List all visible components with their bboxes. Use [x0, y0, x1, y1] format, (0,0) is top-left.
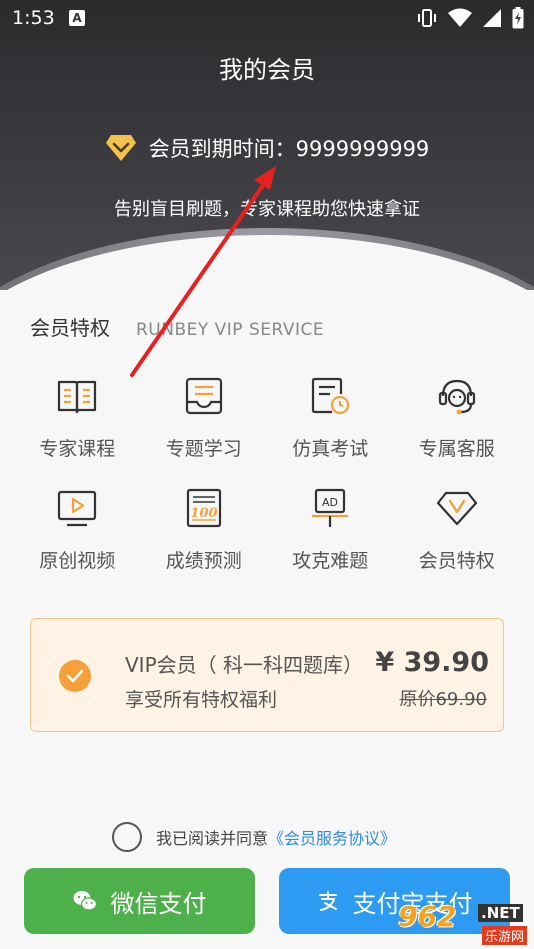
alipay-icon: [318, 891, 337, 911]
vip-diamond-gold-icon: [105, 135, 136, 161]
privilege-topic-study[interactable]: 专题学习: [141, 370, 268, 474]
privilege-label: 攻克难题: [292, 550, 369, 572]
privilege-member-rights[interactable]: 会员特权: [394, 482, 521, 586]
header-curve: [0, 235, 534, 290]
status-time: 1:53: [12, 7, 55, 29]
wechat-pay-label: 微信支付: [110, 889, 207, 918]
plan-description: 享受所有特权福利: [125, 689, 278, 711]
headset-icon: [438, 379, 475, 415]
watermark-sub: 乐游网: [482, 926, 528, 945]
agreement-row: 我已阅读并同意《会员服务协议》: [112, 822, 396, 852]
privilege-expert-course[interactable]: 专家课程: [14, 370, 141, 474]
notification-a-icon: A: [69, 10, 85, 26]
privileges-grid: 专家课程 专题学习 仿真考试 专属客服 原创视频 100 成绩预测 AD 攻克难…: [14, 370, 520, 586]
privilege-label: 仿真考试: [292, 438, 369, 460]
score-100-icon: 100: [186, 488, 221, 528]
watermark-main: 962: [398, 900, 457, 933]
privilege-label: 原创视频: [39, 550, 116, 572]
status-icons: [416, 7, 524, 29]
exam-clock-icon: [312, 377, 350, 415]
privileges-title: 会员特权: [30, 316, 110, 340]
privilege-original-video[interactable]: 原创视频: [14, 482, 141, 586]
privilege-mock-exam[interactable]: 仿真考试: [267, 370, 394, 474]
privilege-label: 成绩预测: [165, 550, 242, 572]
agreement-text: 我已阅读并同意: [156, 829, 269, 848]
book-icon: [58, 380, 97, 414]
page-title: 我的会员: [219, 56, 315, 84]
privileges-subtitle: RUNBEY VIP SERVICE: [136, 320, 325, 340]
plan-selected-check-icon[interactable]: [59, 660, 91, 692]
plan-original-price: 原价69.90: [399, 689, 487, 710]
plan-name: VIP会员（ 科一科四题库）: [125, 653, 363, 677]
expiry-text: 会员到期时间：9999999999: [148, 137, 430, 161]
wechat-pay-button[interactable]: 微信支付: [24, 868, 255, 934]
video-play-icon: [58, 490, 97, 527]
vibrate-icon: [418, 9, 436, 27]
checkmark-icon: [66, 669, 84, 683]
privileges-header: 会员特权 RUNBEY VIP SERVICE: [30, 312, 324, 341]
site-watermark-logo: 962 .NET 乐游网: [398, 900, 530, 946]
expiry-row: 会员到期时间：9999999999: [0, 132, 534, 164]
privilege-label: 专属客服: [418, 438, 495, 460]
privilege-label: 会员特权: [418, 550, 495, 572]
tray-icon: [185, 377, 222, 415]
signal-icon: [483, 9, 501, 27]
member-header: 1:53 A 我的会员 会员到期时间：9999999999 告别盲目刷题，专家课…: [0, 0, 534, 290]
privilege-label: 专家课程: [39, 438, 116, 460]
battery-icon: [512, 7, 524, 29]
svg-text:AD: AD: [322, 496, 338, 509]
agreement-radio[interactable]: [112, 822, 142, 852]
plan-price: ¥ 39.90: [375, 647, 489, 678]
privilege-score-prediction[interactable]: 100 成绩预测: [141, 482, 268, 586]
vip-diamond-icon: [436, 491, 477, 526]
status-bar: 1:53 A: [0, 0, 534, 38]
privilege-label: 专题学习: [165, 438, 242, 460]
privilege-tackle-problems[interactable]: AD 攻克难题: [267, 482, 394, 586]
watermark-net: .NET: [478, 904, 523, 922]
ad-board-icon: AD: [312, 488, 349, 527]
agreement-link[interactable]: 《会员服务协议》: [268, 829, 396, 848]
svg-text:100: 100: [190, 506, 217, 521]
privilege-customer-service[interactable]: 专属客服: [394, 370, 521, 474]
header-slogan: 告别盲目刷题，专家课程助您快速拿证: [114, 199, 420, 220]
wechat-icon: [73, 891, 97, 911]
wifi-icon: [448, 8, 472, 27]
vip-plan-card[interactable]: VIP会员（ 科一科四题库） 享受所有特权福利 ¥ 39.90 原价69.90: [30, 618, 504, 732]
